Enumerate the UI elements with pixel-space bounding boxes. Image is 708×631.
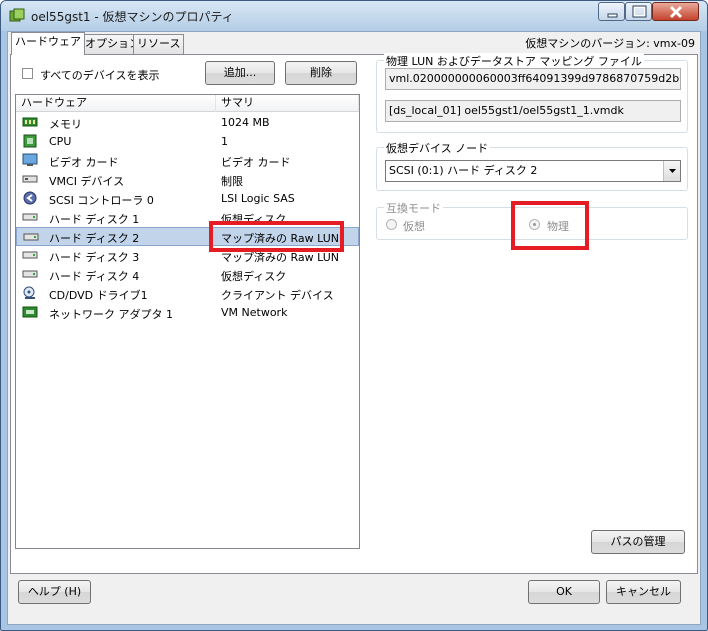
hardware-name: CPU bbox=[49, 135, 72, 148]
column-summary-header[interactable]: サマリ bbox=[216, 95, 359, 112]
table-row[interactable]: ビデオ カード ビデオ カード bbox=[16, 151, 359, 170]
table-row[interactable]: SCSI コントローラ 0 LSI Logic SAS bbox=[16, 189, 359, 208]
hardware-name: ハード ディスク 3 bbox=[49, 251, 140, 264]
hardware-name: ハード ディスク 2 bbox=[49, 232, 140, 245]
hardware-name: SCSI コントローラ 0 bbox=[49, 194, 154, 207]
hardware-name: ビデオ カード bbox=[49, 156, 119, 169]
show-all-devices-checkbox[interactable] bbox=[22, 68, 33, 79]
video-card-icon bbox=[22, 153, 38, 166]
remove-button[interactable]: 削除 bbox=[285, 61, 357, 85]
compat-mode-title: 互換モード bbox=[384, 200, 443, 216]
tab-hardware[interactable]: ハードウェア bbox=[11, 32, 85, 55]
minimize-icon bbox=[607, 13, 618, 18]
hardware-summary: VM Network bbox=[221, 306, 288, 319]
hardware-name: VMCI デバイス bbox=[49, 175, 125, 188]
table-row[interactable]: ネットワーク アダプタ 1 VM Network bbox=[16, 303, 359, 322]
hardware-summary: LSI Logic SAS bbox=[221, 192, 295, 205]
cd-dvd-icon bbox=[23, 286, 35, 299]
scsi-controller-icon bbox=[23, 191, 37, 205]
virtual-device-node-select[interactable]: SCSI (0:1) ハード ディスク 2 bbox=[385, 160, 681, 182]
maximize-button[interactable] bbox=[625, 2, 652, 21]
hardware-list-header: ハードウェア サマリ bbox=[16, 95, 359, 112]
table-row[interactable]: ハード ディスク 4 仮想ディスク bbox=[16, 265, 359, 284]
tab-resources[interactable]: リソース bbox=[133, 34, 185, 54]
hardware-summary: 制限 bbox=[221, 175, 243, 188]
hardware-name: ネットワーク アダプタ 1 bbox=[49, 308, 173, 321]
hardware-name: ハード ディスク 4 bbox=[49, 270, 140, 283]
compat-virtual-radio[interactable] bbox=[386, 219, 397, 230]
window-title: oel55gst1 - 仮想マシンのプロパティ bbox=[31, 10, 234, 24]
add-button[interactable]: 追加... bbox=[205, 61, 275, 85]
tab-options-label: オプション bbox=[85, 37, 140, 50]
raw-lun-highlight-box bbox=[209, 221, 344, 252]
manage-paths-button[interactable]: パスの管理 bbox=[591, 530, 685, 554]
compat-virtual-label: 仮想 bbox=[403, 220, 425, 233]
physical-mode-highlight-box bbox=[511, 201, 589, 250]
close-button[interactable] bbox=[652, 2, 699, 21]
vmci-device-icon bbox=[22, 175, 38, 183]
mapping-file-field[interactable]: [ds_local_01] oel55gst1/oel55gst1_1.vmdk bbox=[385, 100, 681, 122]
hardware-summary: 1024 MB bbox=[221, 116, 270, 129]
virtual-device-node-value: SCSI (0:1) ハード ディスク 2 bbox=[389, 164, 538, 177]
table-row[interactable]: VMCI デバイス 制限 bbox=[16, 170, 359, 189]
hardware-list: ハードウェア サマリ メモリ 1024 MB CPU 1 ビデオ カード ビデオ… bbox=[15, 94, 360, 549]
hardware-name: ハード ディスク 1 bbox=[49, 213, 140, 226]
table-row[interactable]: メモリ 1024 MB bbox=[16, 113, 359, 132]
vm-version-label: 仮想マシンのバージョン: vmx-09 bbox=[525, 37, 695, 50]
hard-disk-icon bbox=[22, 270, 38, 278]
hard-disk-icon bbox=[22, 251, 38, 259]
hardware-name: CD/DVD ドライブ1 bbox=[49, 289, 148, 302]
cpu-icon bbox=[23, 134, 37, 148]
tab-resources-label: リソース bbox=[137, 37, 181, 50]
mapping-file-group-title: 物理 LUN およびデータストア マッピング ファイル bbox=[384, 53, 644, 69]
minimize-button[interactable] bbox=[598, 2, 625, 21]
cancel-button[interactable]: キャンセル bbox=[606, 580, 681, 604]
network-adapter-icon bbox=[22, 306, 38, 318]
table-row[interactable]: CD/DVD ドライブ1 クライアント デバイス bbox=[16, 284, 359, 303]
memory-icon bbox=[22, 117, 38, 127]
lun-id-field[interactable]: vml.020000000060003ff64091399d9786870759… bbox=[385, 68, 681, 90]
virtual-device-node-title: 仮想デバイス ノード bbox=[384, 140, 491, 156]
hardware-summary: 仮想ディスク bbox=[221, 270, 287, 283]
tab-hardware-label: ハードウェア bbox=[15, 35, 81, 48]
hardware-summary: 1 bbox=[221, 135, 228, 148]
chevron-down-icon[interactable] bbox=[663, 161, 680, 181]
hardware-summary: クライアント デバイス bbox=[221, 289, 334, 302]
maximize-icon bbox=[632, 5, 647, 18]
show-all-devices-label: すべてのデバイスを表示 bbox=[40, 69, 160, 82]
hardware-summary: ビデオ カード bbox=[221, 156, 291, 169]
help-button[interactable]: ヘルプ (H) bbox=[18, 580, 91, 604]
column-hardware-header[interactable]: ハードウェア bbox=[16, 95, 216, 112]
hardware-name: メモリ bbox=[49, 118, 82, 131]
close-icon bbox=[669, 5, 683, 19]
hard-disk-icon bbox=[23, 233, 39, 241]
vm-app-icon bbox=[9, 8, 25, 22]
hard-disk-icon bbox=[22, 213, 38, 221]
title-bar[interactable]: oel55gst1 - 仮想マシンのプロパティ bbox=[1, 1, 707, 31]
properties-window: oel55gst1 - 仮想マシンのプロパティ ハードウェア オプション リソー… bbox=[0, 0, 708, 631]
ok-button[interactable]: OK bbox=[528, 580, 600, 604]
table-row[interactable]: CPU 1 bbox=[16, 132, 359, 151]
